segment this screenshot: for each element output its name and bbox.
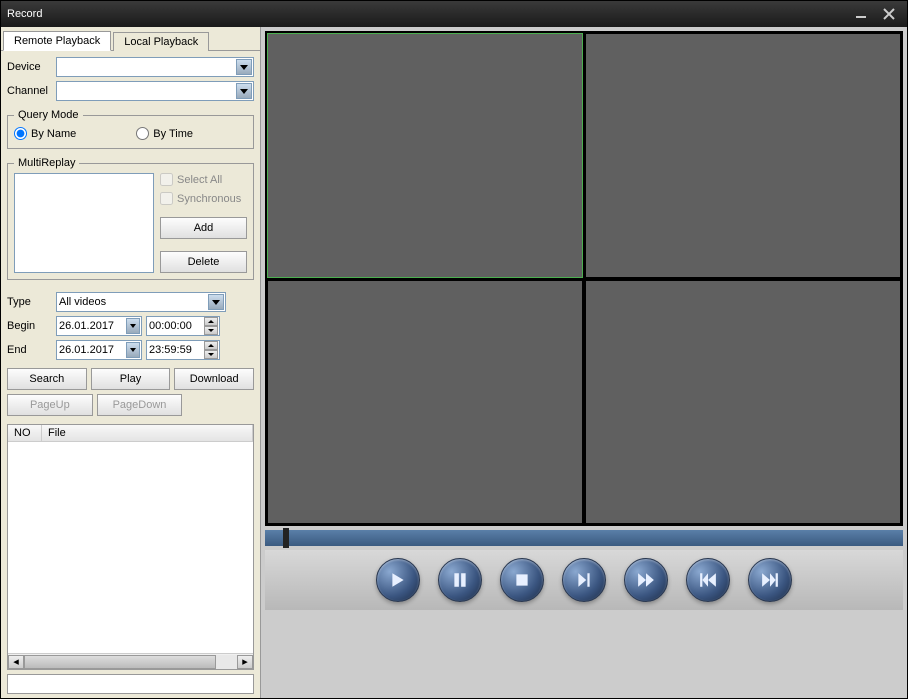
titlebar: Record [1, 1, 907, 27]
file-table-body[interactable] [8, 442, 253, 653]
left-panel: Remote Playback Local Playback Device Ch… [1, 27, 261, 698]
radio-by-time[interactable]: By Time [136, 127, 193, 140]
video-cell-4[interactable] [585, 280, 901, 525]
playback-controls [265, 550, 903, 610]
search-button[interactable]: Search [7, 368, 87, 390]
playback-tabs: Remote Playback Local Playback [1, 27, 260, 51]
end-date-input[interactable]: 26.01.2017 [56, 340, 142, 360]
download-button[interactable]: Download [174, 368, 254, 390]
tab-remote-playback[interactable]: Remote Playback [3, 31, 111, 51]
timeline-marker[interactable] [283, 528, 289, 548]
scroll-left-icon[interactable]: ◂ [8, 655, 24, 669]
pagedown-button[interactable]: PageDown [97, 394, 183, 416]
bottom-area [265, 614, 903, 694]
pageup-button[interactable]: PageUp [7, 394, 93, 416]
video-grid [265, 31, 903, 526]
stop-icon[interactable] [500, 558, 544, 602]
step-icon[interactable] [562, 558, 606, 602]
previous-icon[interactable] [686, 558, 730, 602]
type-dropdown[interactable]: All videos [56, 292, 226, 312]
scroll-right-icon[interactable]: ▸ [237, 655, 253, 669]
begin-time-input[interactable]: 00:00:00 [146, 316, 220, 336]
device-dropdown[interactable] [56, 57, 254, 77]
minimize-button[interactable] [849, 6, 873, 22]
window-title: Record [7, 8, 845, 20]
close-button[interactable] [877, 6, 901, 22]
type-label: Type [7, 296, 52, 308]
chevron-down-icon[interactable] [126, 318, 140, 334]
by-name-radio[interactable] [14, 127, 27, 140]
multireplay-fieldset: MultiReplay Select All Synchronous Add D… [7, 157, 254, 280]
end-label: End [7, 344, 52, 356]
play-button[interactable]: Play [91, 368, 171, 390]
delete-button[interactable]: Delete [160, 251, 247, 273]
file-table: NO File ◂ ▸ [7, 424, 254, 670]
video-cell-3[interactable] [267, 280, 583, 525]
query-mode-fieldset: Query Mode By Name By Time [7, 109, 254, 149]
play-icon[interactable] [376, 558, 420, 602]
next-icon[interactable] [748, 558, 792, 602]
radio-by-name[interactable]: By Name [14, 127, 76, 140]
multireplay-legend: MultiReplay [14, 157, 79, 169]
timeline[interactable] [265, 530, 903, 546]
video-cell-1[interactable] [267, 33, 583, 278]
begin-label: Begin [7, 320, 52, 332]
time-spinner[interactable] [204, 317, 218, 335]
by-time-radio[interactable] [136, 127, 149, 140]
chevron-down-icon[interactable] [236, 59, 252, 75]
col-no[interactable]: NO [8, 425, 42, 441]
chevron-down-icon[interactable] [236, 83, 252, 99]
video-cell-2[interactable] [585, 33, 901, 278]
channel-label: Channel [7, 85, 52, 97]
chevron-down-icon[interactable] [126, 342, 140, 358]
col-file[interactable]: File [42, 425, 253, 441]
select-all-checkbox[interactable]: Select All [160, 173, 247, 186]
pause-icon[interactable] [438, 558, 482, 602]
status-bar [7, 674, 254, 694]
fast-forward-icon[interactable] [624, 558, 668, 602]
time-spinner[interactable] [204, 341, 218, 359]
device-label: Device [7, 61, 52, 73]
synchronous-checkbox[interactable]: Synchronous [160, 192, 247, 205]
end-time-input[interactable]: 23:59:59 [146, 340, 220, 360]
hscrollbar[interactable]: ◂ ▸ [8, 653, 253, 669]
scroll-thumb[interactable] [24, 655, 216, 669]
multireplay-listbox[interactable] [14, 173, 154, 273]
chevron-down-icon[interactable] [208, 294, 224, 310]
tab-local-playback[interactable]: Local Playback [113, 32, 209, 51]
query-mode-legend: Query Mode [14, 109, 83, 121]
type-value: All videos [59, 296, 106, 308]
begin-date-input[interactable]: 26.01.2017 [56, 316, 142, 336]
add-button[interactable]: Add [160, 217, 247, 239]
right-panel [261, 27, 907, 698]
channel-dropdown[interactable] [56, 81, 254, 101]
